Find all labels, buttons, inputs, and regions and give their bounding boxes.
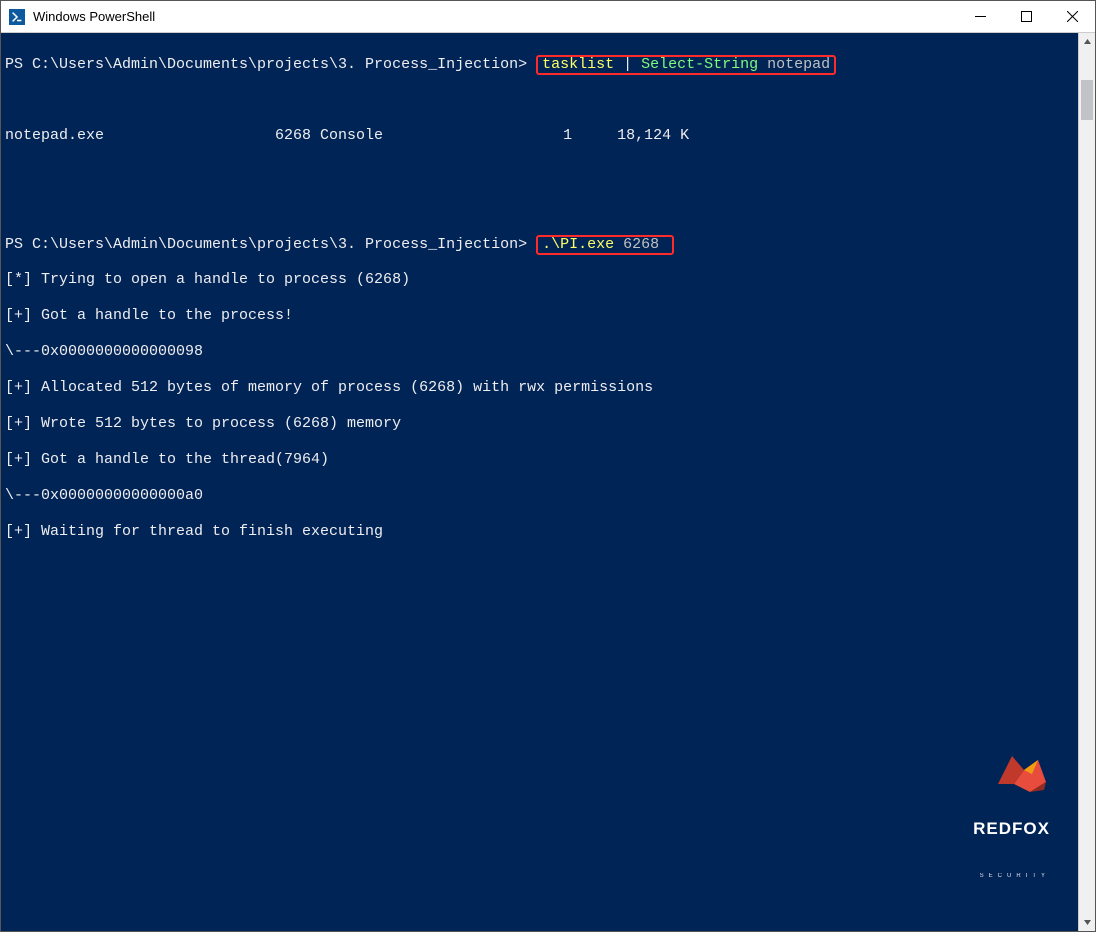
output-line: \---0x00000000000000a0 — [5, 487, 1078, 505]
output-line: [+] Got a handle to the process! — [5, 307, 1078, 325]
highlight-box: .\PI.exe 6268 — [536, 235, 674, 255]
output-line — [5, 163, 1078, 181]
window-controls — [957, 1, 1095, 32]
chevron-down-icon — [1083, 918, 1092, 927]
prompt: PS C:\Users\Admin\Documents\projects\3. … — [5, 56, 536, 73]
output-line: [+] Waiting for thread to finish executi… — [5, 523, 1078, 541]
watermark-brand: REDFOX — [922, 820, 1050, 837]
output-line: notepad.exe 6268 Console 1 18,124 K — [5, 127, 1078, 145]
command-token: Select-String — [641, 56, 758, 73]
output-line: [+] Allocated 512 bytes of memory of pro… — [5, 379, 1078, 397]
output-line: \---0x0000000000000098 — [5, 343, 1078, 361]
chevron-up-icon — [1083, 37, 1092, 46]
titlebar[interactable]: Windows PowerShell — [1, 1, 1095, 33]
prompt: PS C:\Users\Admin\Documents\projects\3. … — [5, 236, 536, 253]
output-line: [+] Got a handle to the thread(7964) — [5, 451, 1078, 469]
window-title: Windows PowerShell — [33, 9, 155, 24]
output-line — [5, 199, 1078, 217]
command-token: 6268 — [614, 236, 668, 253]
powershell-window: Windows PowerShell PS C:\Users\Admin\Doc… — [0, 0, 1096, 932]
command-token: | — [614, 56, 641, 73]
highlight-box: tasklist | Select-String notepad — [536, 55, 836, 75]
command-token: notepad — [758, 56, 830, 73]
output-line: [+] Wrote 512 bytes to process (6268) me… — [5, 415, 1078, 433]
scrollbar[interactable] — [1078, 33, 1095, 931]
scrollbar-track[interactable] — [1079, 50, 1095, 914]
terminal[interactable]: PS C:\Users\Admin\Documents\projects\3. … — [1, 33, 1078, 931]
command-token: .\PI.exe — [542, 236, 614, 253]
scroll-down-button[interactable] — [1079, 914, 1095, 931]
watermark-sub: SECURITY — [922, 873, 1050, 881]
scroll-up-button[interactable] — [1079, 33, 1095, 50]
minimize-button[interactable] — [957, 1, 1003, 32]
watermark: REDFOX SECURITY — [922, 736, 1050, 917]
output-line — [5, 91, 1078, 109]
powershell-icon — [9, 9, 25, 25]
scrollbar-thumb[interactable] — [1081, 80, 1093, 120]
output-line: [*] Trying to open a handle to process (… — [5, 271, 1078, 289]
command-token: tasklist — [542, 56, 614, 73]
maximize-button[interactable] — [1003, 1, 1049, 32]
close-button[interactable] — [1049, 1, 1095, 32]
fox-icon — [994, 754, 1050, 794]
terminal-wrap: PS C:\Users\Admin\Documents\projects\3. … — [1, 33, 1095, 931]
